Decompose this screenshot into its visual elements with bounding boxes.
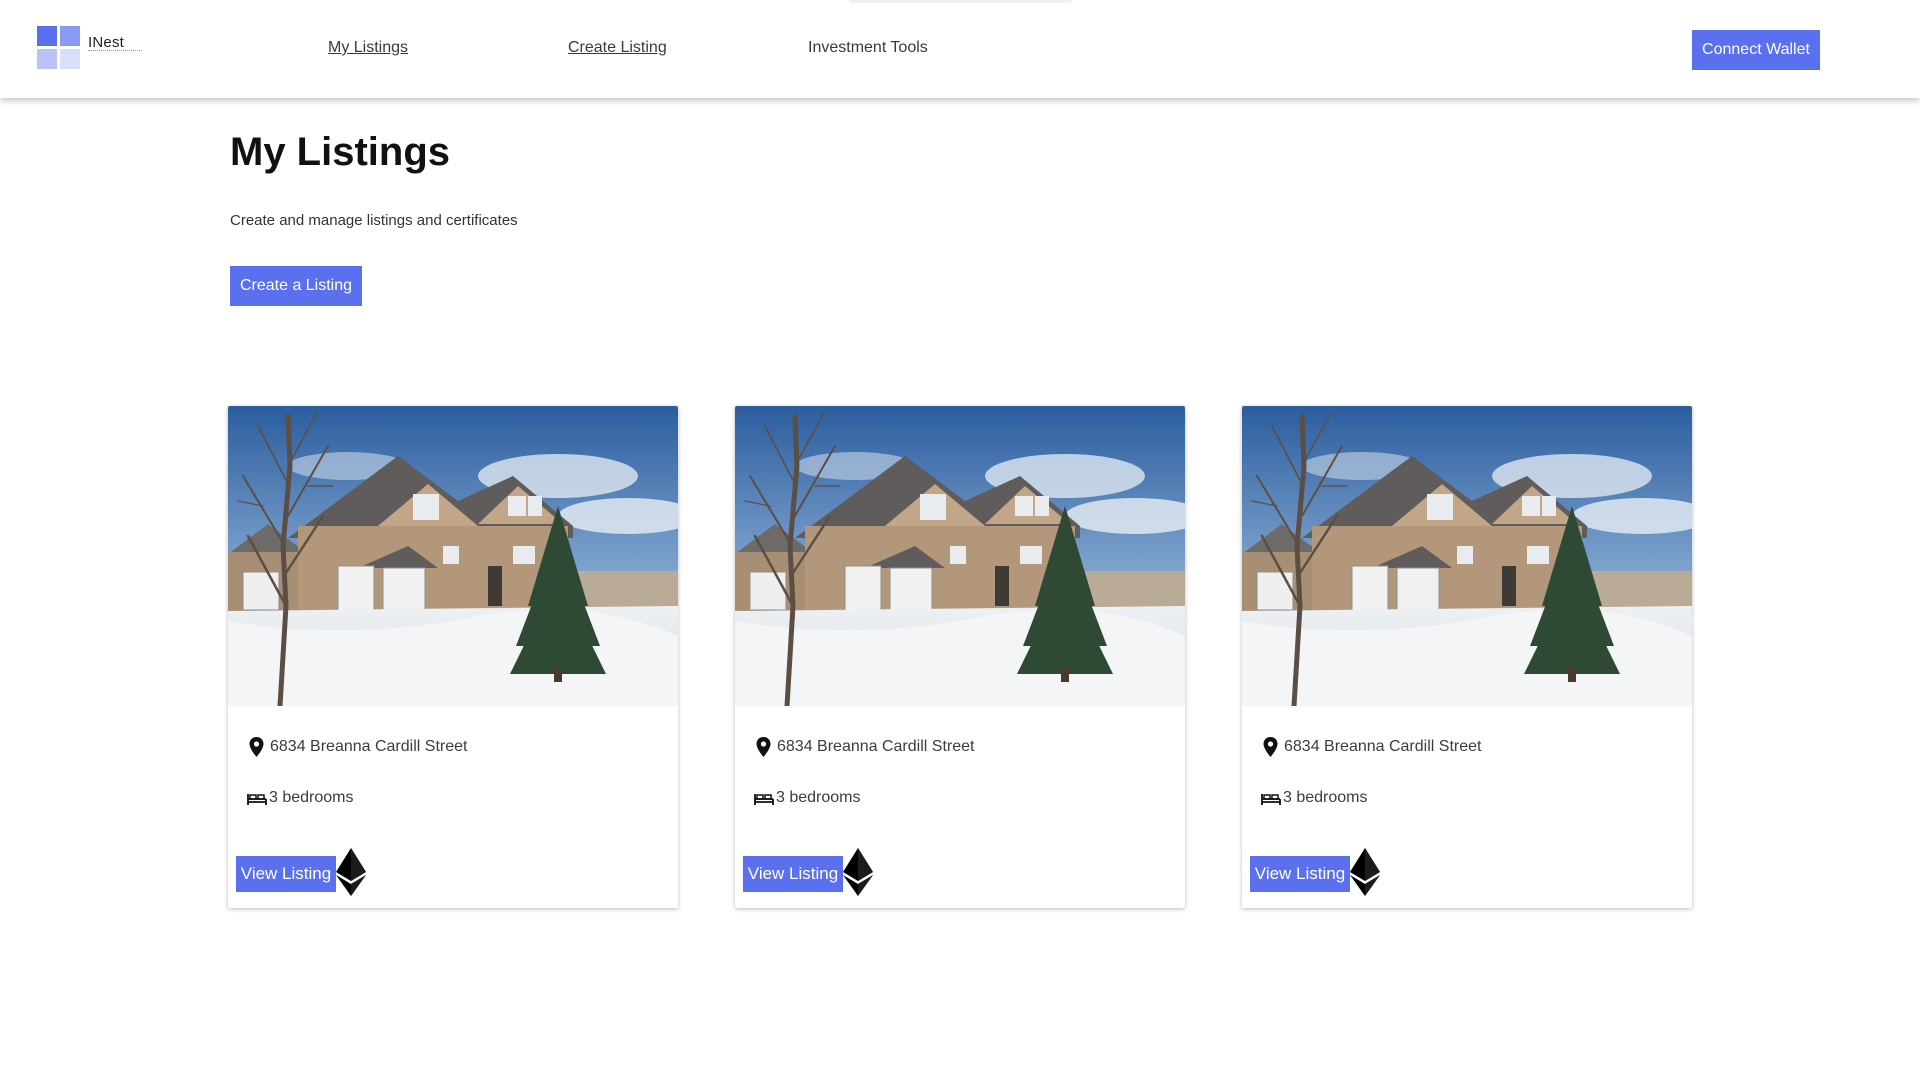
bed-icon [1260, 787, 1281, 808]
location-pin-icon [753, 736, 774, 757]
logo-tagline [88, 50, 142, 52]
connect-wallet-button[interactable]: Connect Wallet [1692, 30, 1820, 70]
bedrooms-row: 3 bedrooms [753, 787, 861, 808]
ethereum-icon [1350, 848, 1380, 896]
ethereum-icon [843, 848, 873, 896]
logo-grid-icon [37, 26, 80, 69]
view-listing-button[interactable]: View Listing [236, 856, 336, 892]
listing-photo[interactable] [1242, 406, 1692, 706]
top-navbar: INest My Listings Create Listing Investm… [0, 0, 1920, 98]
listing-address: 6834 Breanna Cardill Street [270, 737, 468, 755]
logo-text: INest [88, 34, 125, 51]
listing-card: 6834 Breanna Cardill Street 3 bedrooms V… [735, 406, 1185, 908]
page-subtitle: Create and manage listings and certifica… [230, 212, 518, 229]
listing-bedrooms: 3 bedrooms [269, 788, 354, 806]
listing-photo[interactable] [735, 406, 1185, 706]
create-listing-button[interactable]: Create a Listing [230, 266, 362, 306]
page-title: My Listings [230, 130, 451, 174]
top-edge-tab [850, 0, 1072, 3]
bed-icon [246, 787, 267, 808]
listing-card: 6834 Breanna Cardill Street 3 bedrooms V… [228, 406, 678, 908]
address-row: 6834 Breanna Cardill Street [1260, 736, 1481, 757]
bedrooms-row: 3 bedrooms [1260, 787, 1368, 808]
address-row: 6834 Breanna Cardill Street [753, 736, 974, 757]
listing-address: 6834 Breanna Cardill Street [1284, 737, 1482, 755]
nav-my-listings[interactable]: My Listings [328, 39, 408, 57]
location-pin-icon [246, 736, 267, 757]
listing-bedrooms: 3 bedrooms [1283, 788, 1368, 806]
view-listing-button[interactable]: View Listing [743, 856, 843, 892]
listing-bedrooms: 3 bedrooms [776, 788, 861, 806]
address-row: 6834 Breanna Cardill Street [246, 736, 467, 757]
listing-photo[interactable] [228, 406, 678, 706]
ethereum-icon [336, 848, 366, 896]
view-listing-button[interactable]: View Listing [1250, 856, 1350, 892]
logo[interactable]: INest [37, 26, 147, 70]
bed-icon [753, 787, 774, 808]
nav-create-listing[interactable]: Create Listing [568, 39, 667, 57]
location-pin-icon [1260, 736, 1281, 757]
page: INest My Listings Create Listing Investm… [0, 0, 1920, 1080]
nav-investment-tools[interactable]: Investment Tools [808, 39, 928, 57]
listing-address: 6834 Breanna Cardill Street [777, 737, 975, 755]
bedrooms-row: 3 bedrooms [246, 787, 354, 808]
listing-card: 6834 Breanna Cardill Street 3 bedrooms V… [1242, 406, 1692, 908]
